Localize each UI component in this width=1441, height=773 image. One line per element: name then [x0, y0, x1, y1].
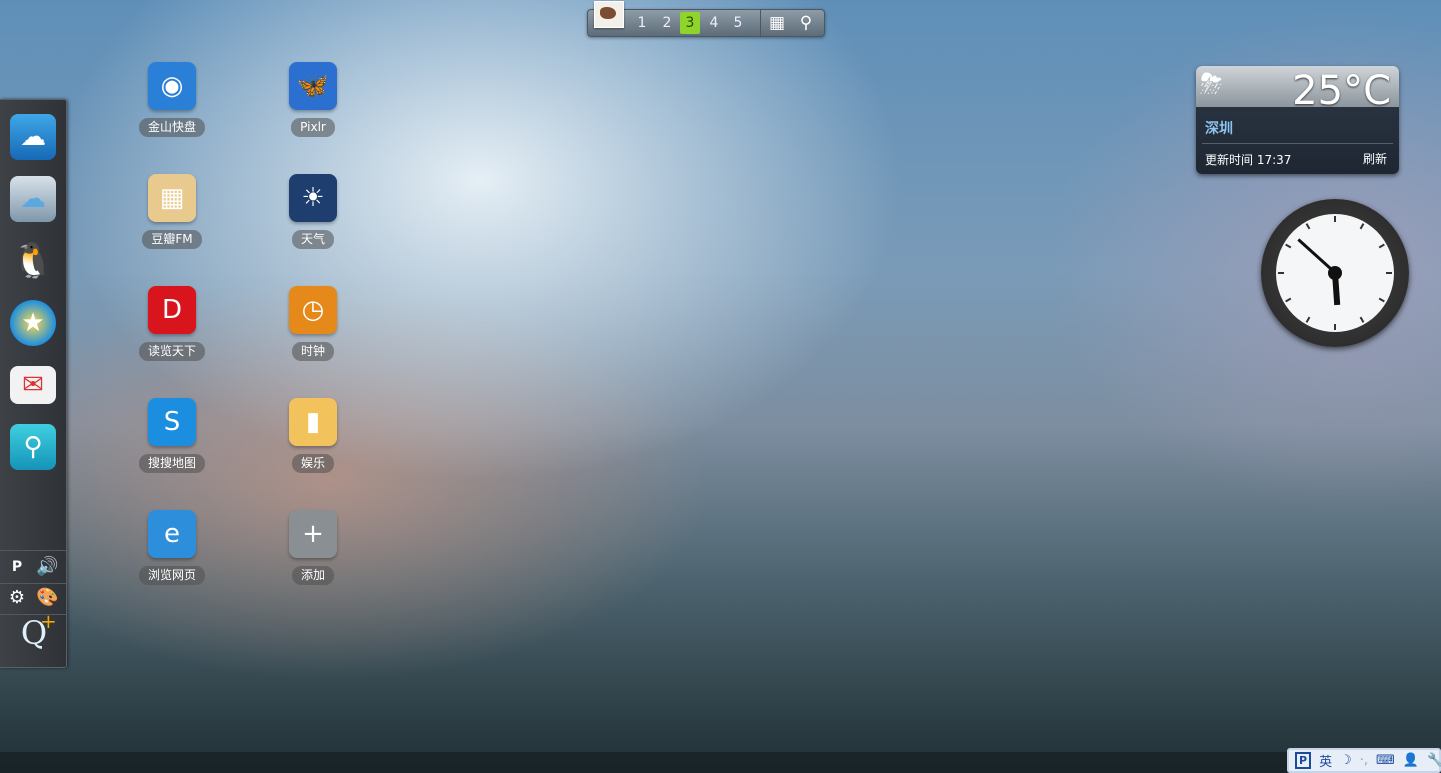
desktop-app[interactable]: ▮ 娱乐	[273, 398, 353, 473]
grid-icon[interactable]: ▦	[767, 13, 787, 33]
desktop-app[interactable]: ◷ 时钟	[273, 286, 353, 361]
app-label: 金山快盘	[138, 118, 205, 137]
gear-icon[interactable]: ⚙	[6, 587, 28, 609]
punctuation-icon[interactable]: ·,	[1360, 753, 1368, 768]
app-label: 搜搜地图	[138, 454, 205, 473]
city: 深圳	[1205, 121, 1233, 137]
desktop-app[interactable]: S 搜搜地图	[132, 398, 212, 473]
clock-tick	[1378, 243, 1385, 249]
app-label: 豆瓣FM	[142, 230, 202, 249]
desktop-app[interactable]: ▦ 豆瓣FM	[132, 174, 212, 249]
update-label: 更新时间	[1205, 153, 1254, 167]
app-label: 浏览网页	[138, 566, 205, 585]
divider	[0, 550, 66, 551]
app-icon[interactable]: ☀	[289, 174, 337, 222]
app-label: 添加	[291, 566, 334, 585]
clock-tick	[1305, 223, 1311, 230]
pinyin-icon[interactable]: P	[6, 556, 28, 578]
page-5-button[interactable]: 5	[728, 12, 748, 34]
page-4-button[interactable]: 4	[704, 12, 724, 34]
clock-tick	[1334, 324, 1336, 330]
clock-tick	[1305, 316, 1311, 323]
divider	[1202, 143, 1393, 144]
desktop-app[interactable]: + 添加	[273, 510, 353, 585]
app-label: Pixlr	[291, 118, 335, 137]
clock-widget	[1261, 199, 1409, 347]
clock-tick	[1278, 272, 1284, 274]
cloud-drive-icon[interactable]: ☁	[10, 176, 56, 222]
keyboard-icon[interactable]: ⌨	[1376, 753, 1395, 768]
app-label: 天气	[291, 230, 334, 249]
app-label: 时钟	[291, 342, 334, 361]
app-icon[interactable]: ◷	[289, 286, 337, 334]
update-time-value: 17:37	[1256, 153, 1292, 167]
desktop-app[interactable]: ◉ 金山快盘	[132, 62, 212, 137]
q-plus-icon[interactable]: Q +	[14, 610, 57, 658]
ime-toolbar: P 英 ☽ ·, ⌨ 👤 🔧	[1287, 748, 1441, 773]
app-icon[interactable]: S	[148, 398, 196, 446]
clock-tick	[1359, 316, 1365, 323]
update-time: 更新时间 17:37	[1205, 151, 1291, 168]
temperature: 25°C	[1292, 68, 1391, 114]
app-icon[interactable]: e	[148, 510, 196, 558]
palette-icon[interactable]: 🎨	[36, 587, 58, 609]
clock-tick	[1359, 223, 1365, 230]
clock-tick	[1386, 272, 1392, 274]
pin-search-icon[interactable]: ⚲	[10, 424, 56, 470]
page-3-button[interactable]: 3	[680, 12, 700, 34]
desktop-app[interactable]: e 浏览网页	[132, 510, 212, 585]
app-icon[interactable]: +	[289, 510, 337, 558]
desktop-app[interactable]: 🦋 Pixlr	[273, 62, 353, 137]
moon-icon[interactable]: ☽	[1340, 753, 1352, 768]
thunderstorm-icon: ⛈	[1200, 67, 1223, 100]
ime-mode[interactable]: 英	[1319, 751, 1332, 770]
app-icon[interactable]: ◉	[148, 62, 196, 110]
app-icon[interactable]: D	[148, 286, 196, 334]
wrench-icon[interactable]: 🔧	[1427, 753, 1441, 768]
app-store-icon[interactable]: ☁	[10, 114, 56, 160]
app-icon[interactable]: ▦	[148, 174, 196, 222]
clock-tick	[1285, 297, 1292, 303]
taskbar	[0, 752, 1287, 773]
divider	[760, 10, 761, 36]
app-label: 娱乐	[291, 454, 334, 473]
clock-face	[1276, 214, 1394, 332]
app-icon[interactable]: 🦋	[289, 62, 337, 110]
star-z-icon[interactable]: ★	[10, 300, 56, 346]
refresh-button[interactable]: 刷新	[1363, 150, 1387, 167]
clock-tick	[1334, 216, 1336, 222]
desktop-app[interactable]: D 读览天下	[132, 286, 212, 361]
user-avatar[interactable]	[594, 1, 624, 28]
desktop-app[interactable]: ☀ 天气	[273, 174, 353, 249]
page-1-button[interactable]: 1	[632, 12, 652, 34]
search-icon[interactable]: ⚲	[796, 13, 816, 33]
app-label: 读览天下	[138, 342, 205, 361]
user-icon[interactable]: 👤	[1403, 753, 1419, 768]
pinyin-logo-icon[interactable]: P	[1295, 752, 1312, 769]
mail-icon[interactable]: ✉	[10, 366, 56, 404]
dock: ☁ ☁ 🐧 ★ ✉ ⚲ P 🔊 ⚙ 🎨 Q +	[0, 99, 67, 668]
page-2-button[interactable]: 2	[657, 12, 677, 34]
clock-tick	[1285, 243, 1292, 249]
divider	[0, 583, 66, 584]
volume-icon[interactable]: 🔊	[36, 556, 58, 578]
weather-widget: ⛈ 25°C 深圳 更新时间 17:37 刷新	[1196, 66, 1399, 174]
app-icon[interactable]: ▮	[289, 398, 337, 446]
penguin-icon[interactable]: 🐧	[10, 238, 56, 284]
clock-tick	[1378, 297, 1385, 303]
clock-center	[1328, 266, 1342, 280]
